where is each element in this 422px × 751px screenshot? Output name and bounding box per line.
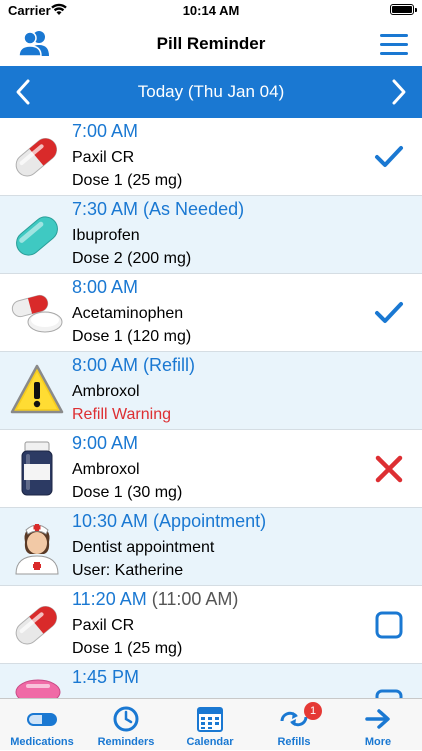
pink-tablet-icon [15, 679, 61, 698]
tab-calendar[interactable]: Calendar [168, 699, 252, 751]
page-title: Pill Reminder [156, 34, 266, 53]
dose-text: Dose 1 (25 mg) [72, 640, 183, 657]
refill-count-badge: 1 [304, 702, 322, 720]
navigation-bar: Pill Reminder [0, 22, 422, 66]
reminder-row[interactable]: 7:30 AM (As Needed) Ibuprofen Dose 2 (20… [0, 196, 422, 274]
appointment-user: User: Katherine [72, 562, 184, 579]
reminder-time: 8:00 AM [72, 277, 139, 297]
checkmark-icon[interactable] [374, 298, 404, 328]
checkbox-icon[interactable] [374, 610, 404, 640]
pill-icon [27, 713, 57, 726]
reminder-row[interactable]: 7:00 AM Paxil CR Dose 1 (25 mg) [0, 118, 422, 196]
dose-text: Dose 1 (120 mg) [72, 328, 192, 345]
dose-text: Dose 2 (200 mg) [72, 250, 192, 267]
tab-medications[interactable]: Medications [0, 699, 84, 751]
medication-name: Ibuprofen [72, 227, 140, 244]
red-white-capsule-icon [15, 138, 58, 177]
checkmark-icon[interactable] [374, 142, 404, 172]
tab-label: Reminders [97, 736, 155, 748]
reminder-time: 1:45 PM [72, 667, 140, 687]
reminder-row[interactable]: 8:00 AM Acetaminophen Dose 1 (120 mg) [0, 274, 422, 352]
status-bar: Carrier 10:14 AM [0, 0, 422, 22]
battery-icon [390, 4, 417, 15]
reminder-row[interactable]: 1:45 PM [0, 664, 422, 698]
tab-label: More [364, 736, 392, 748]
appointment-name: Dentist appointment [72, 539, 215, 556]
reminder-time: 8:00 AM (Refill) [72, 355, 196, 375]
refill-warning-text: Refill Warning [72, 406, 171, 423]
capsule-and-pill-icon [11, 294, 63, 333]
tab-label: Calendar [186, 736, 234, 748]
tab-label: Medications [10, 736, 74, 748]
tab-reminders[interactable]: Reminders [84, 699, 168, 751]
menu-icon[interactable] [380, 34, 408, 56]
checkbox-icon[interactable] [374, 688, 404, 698]
reminder-time: 11:20 AM (11:00 AM) [72, 589, 239, 609]
warning-icon [10, 364, 64, 414]
reminder-row[interactable]: 10:30 AM (Appointment) Dentist appointme… [0, 508, 422, 586]
dose-text: Dose 1 (25 mg) [72, 172, 183, 189]
reminder-time: 10:30 AM (Appointment) [72, 511, 267, 531]
chevron-right-icon[interactable] [384, 78, 412, 106]
medication-name: Paxil CR [72, 617, 135, 634]
arrow-right-icon [365, 709, 390, 729]
reminder-row[interactable]: 8:00 AM (Refill) Ambroxol Refill Warning [0, 352, 422, 430]
original-time: (11:00 AM) [146, 589, 239, 609]
reminder-list: 7:00 AM Paxil CR Dose 1 (25 mg) 7:30 AM … [0, 118, 422, 698]
medication-name: Paxil CR [72, 149, 135, 166]
dose-text: Dose 1 (30 mg) [72, 484, 183, 501]
nurse-icon [15, 524, 59, 575]
teal-tablet-icon [16, 216, 58, 256]
reminder-row[interactable]: 9:00 AM Ambroxol Dose 1 (30 mg) [0, 430, 422, 508]
tab-more[interactable]: More [336, 699, 420, 751]
calendar-icon [197, 707, 223, 732]
reminder-row[interactable]: 11:20 AM (11:00 AM) Paxil CR Dose 1 (25 … [0, 586, 422, 664]
tab-label: Refills [277, 736, 311, 748]
red-white-capsule-icon [15, 606, 58, 645]
medication-name: Ambroxol [72, 461, 140, 478]
medication-name: Acetaminophen [72, 305, 184, 322]
clock-icon [113, 706, 139, 732]
tab-refills[interactable]: 1 Refills [252, 699, 336, 751]
status-time: 10:14 AM [182, 3, 240, 18]
x-mark-icon[interactable] [374, 454, 404, 484]
medication-name: Ambroxol [72, 383, 140, 400]
tab-bar: Medications Reminders Calendar 1 Refills… [0, 698, 422, 750]
reminder-time: 7:00 AM [72, 121, 139, 141]
date-label: Today (Thu Jan 04) [137, 82, 285, 101]
date-bar: Today (Thu Jan 04) [0, 66, 422, 118]
pill-bottle-icon [21, 441, 53, 496]
reminder-time: 7:30 AM (As Needed) [72, 199, 245, 219]
reminder-time: 9:00 AM [72, 433, 139, 453]
